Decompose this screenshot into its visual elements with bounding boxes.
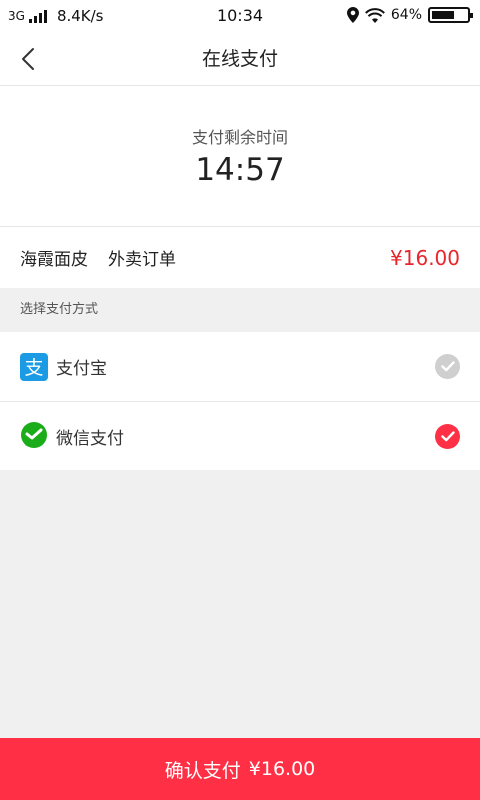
- payment-method-list: 支 支付宝 微信支付: [0, 332, 480, 470]
- countdown-value: 14:57: [195, 152, 285, 188]
- check-icon[interactable]: [435, 354, 460, 379]
- location-icon: [346, 7, 359, 23]
- payment-option-label: 微信支付: [56, 428, 124, 449]
- order-type: 外卖订单: [108, 250, 176, 270]
- payment-option-alipay[interactable]: 支 支付宝: [0, 332, 480, 401]
- order-price: ¥16.00: [390, 245, 460, 270]
- svg-text:支: 支: [24, 357, 43, 379]
- shop-name: 海霞面皮: [20, 250, 88, 270]
- status-right: 64%: [346, 7, 473, 23]
- payment-screen: 3G 8.4K/s 10:34 64% 在线支付 支付剩余时间 14:57 海霞…: [0, 0, 480, 800]
- status-bar: 3G 8.4K/s 10:34 64%: [0, 0, 480, 32]
- page-title: 在线支付: [201, 48, 278, 70]
- payment-option-wechat[interactable]: 微信支付: [0, 401, 480, 470]
- countdown-section: 支付剩余时间 14:57: [0, 86, 480, 227]
- chevron-left-icon: [22, 48, 34, 70]
- battery-level: [432, 11, 454, 19]
- check-icon[interactable]: [435, 423, 460, 449]
- battery-percent: 64%: [390, 7, 422, 23]
- wifi-icon: [364, 7, 385, 23]
- back-button[interactable]: [6, 32, 50, 86]
- battery-icon: [428, 7, 473, 23]
- alipay-icon: 支: [20, 352, 48, 381]
- confirm-label: 确认支付: [164, 759, 241, 782]
- confirm-amount: ¥16.00: [248, 758, 316, 780]
- countdown-label: 支付剩余时间: [191, 128, 288, 147]
- wechat-pay-icon: [20, 422, 48, 450]
- confirm-payment-button[interactable]: 确认支付 ¥16.00: [0, 738, 480, 800]
- payment-option-label: 支付宝: [56, 359, 107, 379]
- nav-bar: 在线支付: [0, 32, 480, 86]
- order-summary: 海霞面皮 外卖订单 ¥16.00: [0, 227, 480, 288]
- payment-section-header: 选择支付方式: [0, 288, 480, 332]
